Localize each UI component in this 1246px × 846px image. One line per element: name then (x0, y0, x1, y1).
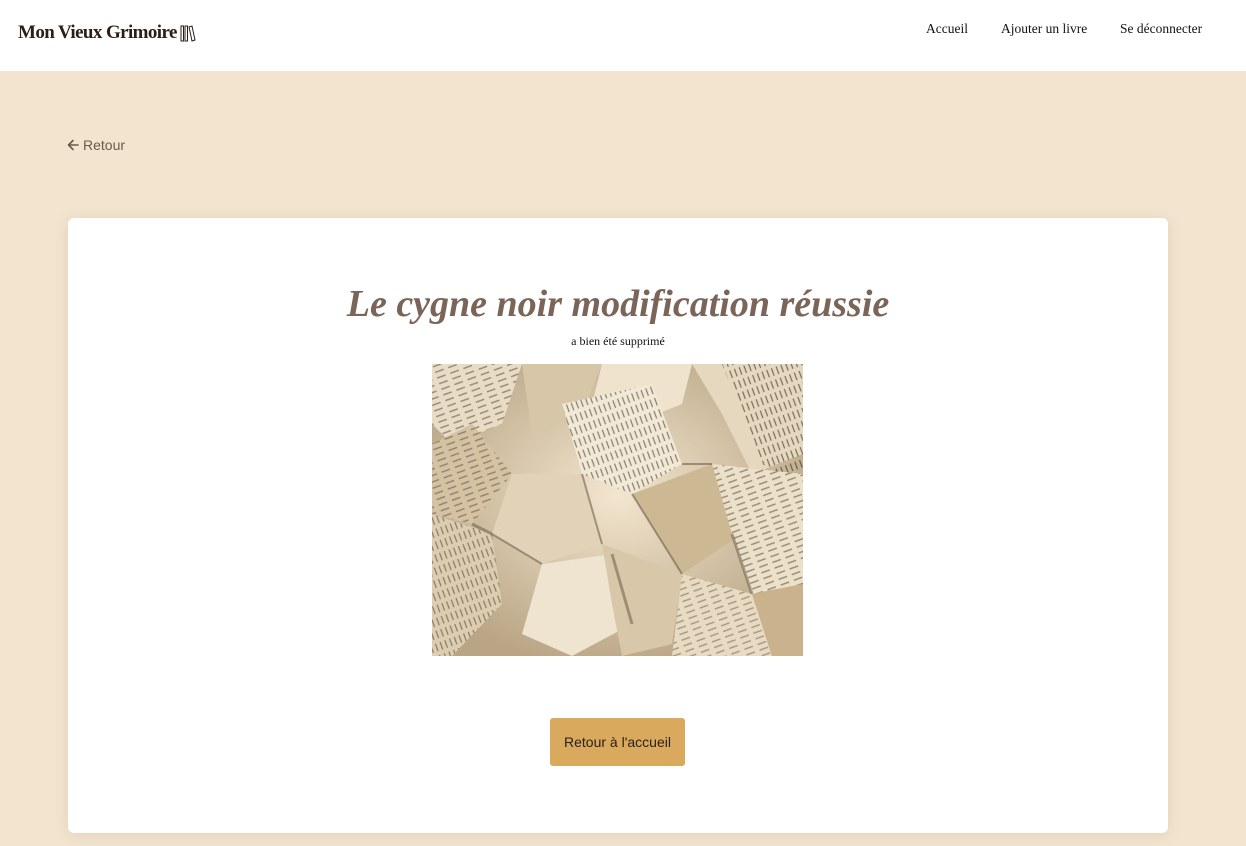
crumpled-pages-illustration (432, 364, 803, 656)
book-title: Le cygne noir modification réussie (346, 283, 890, 325)
site-logo[interactable]: Mon Vieux Grimoire (18, 22, 196, 44)
crumpled-pages-image (432, 364, 803, 656)
books-icon (180, 25, 196, 42)
nav-ajouter-livre[interactable]: Ajouter un livre (1001, 21, 1087, 37)
back-link[interactable]: Retour (67, 137, 125, 153)
nav-deconnecter[interactable]: Se déconnecter (1120, 21, 1202, 37)
logo-text: Mon Vieux Grimoire (18, 22, 177, 43)
nav-accueil[interactable]: Accueil (926, 21, 968, 37)
back-home-button[interactable]: Retour à l'accueil (550, 718, 685, 766)
deletion-message: a bien été supprimé (571, 334, 665, 348)
confirmation-card: Le cygne noir modification réussie a bie… (68, 218, 1168, 833)
back-link-label: Retour (83, 137, 126, 153)
top-header: Mon Vieux Grimoire Accueil Ajouter un li… (0, 0, 1246, 71)
arrow-left-icon (67, 139, 79, 151)
